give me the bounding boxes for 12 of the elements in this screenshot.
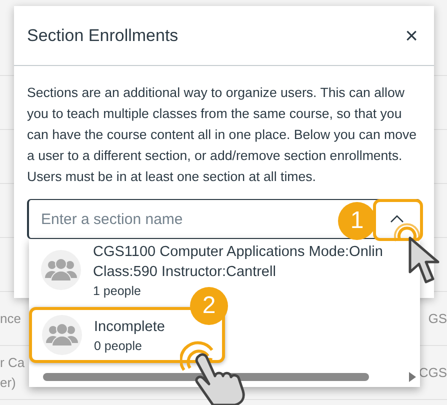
background-text: CGS [418, 365, 447, 380]
section-name: CGS1100 Computer Applications Mode:Onlin [93, 243, 383, 262]
section-name: Incomplete [94, 318, 165, 337]
description-text: Sections are an additional way to organize users. This can allow you to teach multiple classes from the same course, so that you can have the course content all in one place. Below you can move a user to a different section, or add/remove section enrollments. Users must be in at least one section at all times. [27, 84, 418, 186]
background-text: nce [0, 310, 21, 328]
background-text: r Ca [0, 354, 25, 372]
people-count: 1 people [93, 284, 142, 298]
section-name: Class:590 Instructor:Cantrell [93, 263, 277, 282]
background-text: er) [0, 374, 17, 392]
people-count: 0 people [94, 339, 143, 353]
dialog-title: Section Enrollments [27, 26, 178, 46]
background-text: GS [428, 311, 447, 326]
